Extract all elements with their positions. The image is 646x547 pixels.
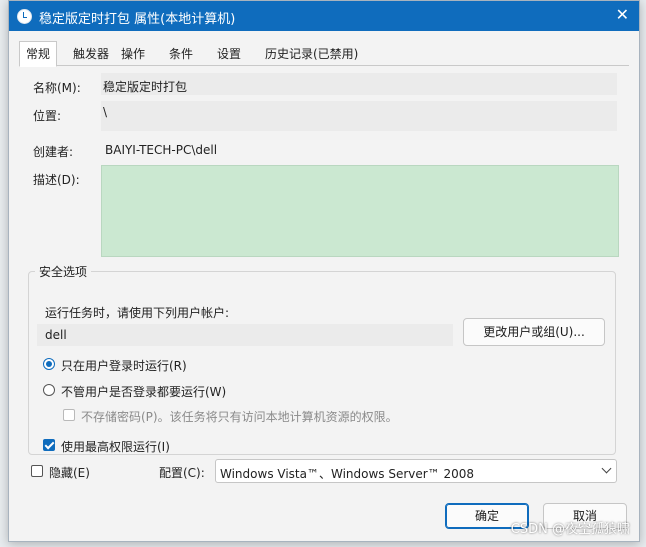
- description-label: 描述(D):: [33, 173, 80, 187]
- tab-conditions[interactable]: 条件: [169, 45, 193, 62]
- change-user-button[interactable]: 更改用户或组(U)...: [463, 318, 605, 346]
- run-whether-logged-on-label[interactable]: 不管用户是否登录都要运行(W): [61, 383, 226, 400]
- tab-strip: 常规 触发器 操作 条件 设置 历史记录(已禁用): [19, 41, 629, 67]
- run-as-label: 运行任务时，请使用下列用户帐户:: [45, 306, 230, 320]
- tab-actions[interactable]: 操作: [121, 45, 145, 62]
- run-only-logged-on-radio[interactable]: [43, 358, 55, 370]
- hidden-checkbox[interactable]: [31, 465, 43, 477]
- close-icon[interactable]: ✕: [616, 6, 629, 24]
- hidden-label[interactable]: 隐藏(E): [49, 464, 90, 481]
- user-account-field: dell: [37, 324, 453, 346]
- name-label: 名称(M):: [33, 81, 81, 95]
- location-value: \: [103, 105, 108, 119]
- configure-select[interactable]: Windows Vista™、Windows Server™ 2008: [215, 459, 617, 483]
- watermark: CSDN @夜空孤狼啸: [510, 522, 630, 537]
- security-options-group: 安全选项 运行任务时，请使用下列用户帐户: dell 更改用户或组(U)... …: [28, 263, 616, 455]
- title-bar: 稳定版定时打包 属性(本地计算机) ✕: [9, 1, 639, 31]
- description-field[interactable]: [101, 165, 619, 257]
- general-panel: 名称(M): 稳定版定时打包 位置: \ 创建者: BAIYI-TECH-PC\…: [19, 65, 629, 535]
- name-field[interactable]: 稳定版定时打包: [101, 73, 617, 95]
- do-not-store-password-checkbox[interactable]: [63, 409, 75, 421]
- run-highest-privileges-label[interactable]: 使用最高权限运行(I): [61, 438, 170, 455]
- tab-triggers[interactable]: 触发器: [73, 45, 109, 62]
- configure-label: 配置(C):: [159, 466, 205, 480]
- chevron-down-icon: [601, 463, 612, 474]
- window-title: 稳定版定时打包 属性(本地计算机): [39, 12, 236, 27]
- author-label: 创建者:: [33, 145, 74, 159]
- tab-settings[interactable]: 设置: [217, 45, 241, 62]
- run-highest-privileges-checkbox[interactable]: [43, 439, 55, 451]
- name-value: 稳定版定时打包: [103, 80, 188, 94]
- location-field: \: [101, 101, 617, 131]
- configure-value: Windows Vista™、Windows Server™ 2008: [220, 467, 475, 481]
- tab-general[interactable]: 常规: [19, 41, 58, 67]
- tab-history[interactable]: 历史记录(已禁用): [265, 45, 358, 62]
- run-whether-logged-on-radio[interactable]: [43, 384, 55, 396]
- author-value: BAIYI-TECH-PC\dell: [105, 143, 218, 157]
- task-properties-dialog: 稳定版定时打包 属性(本地计算机) ✕ 常规 触发器 操作 条件 设置 历史记录…: [8, 0, 640, 542]
- location-label: 位置:: [33, 109, 62, 123]
- run-only-logged-on-label[interactable]: 只在用户登录时运行(R): [61, 357, 187, 374]
- do-not-store-password-label: 不存储密码(P)。该任务将只有访问本地计算机资源的权限。: [81, 410, 398, 424]
- clock-icon: [17, 9, 32, 24]
- user-account-value: dell: [45, 328, 67, 342]
- security-options-legend: 安全选项: [39, 265, 88, 279]
